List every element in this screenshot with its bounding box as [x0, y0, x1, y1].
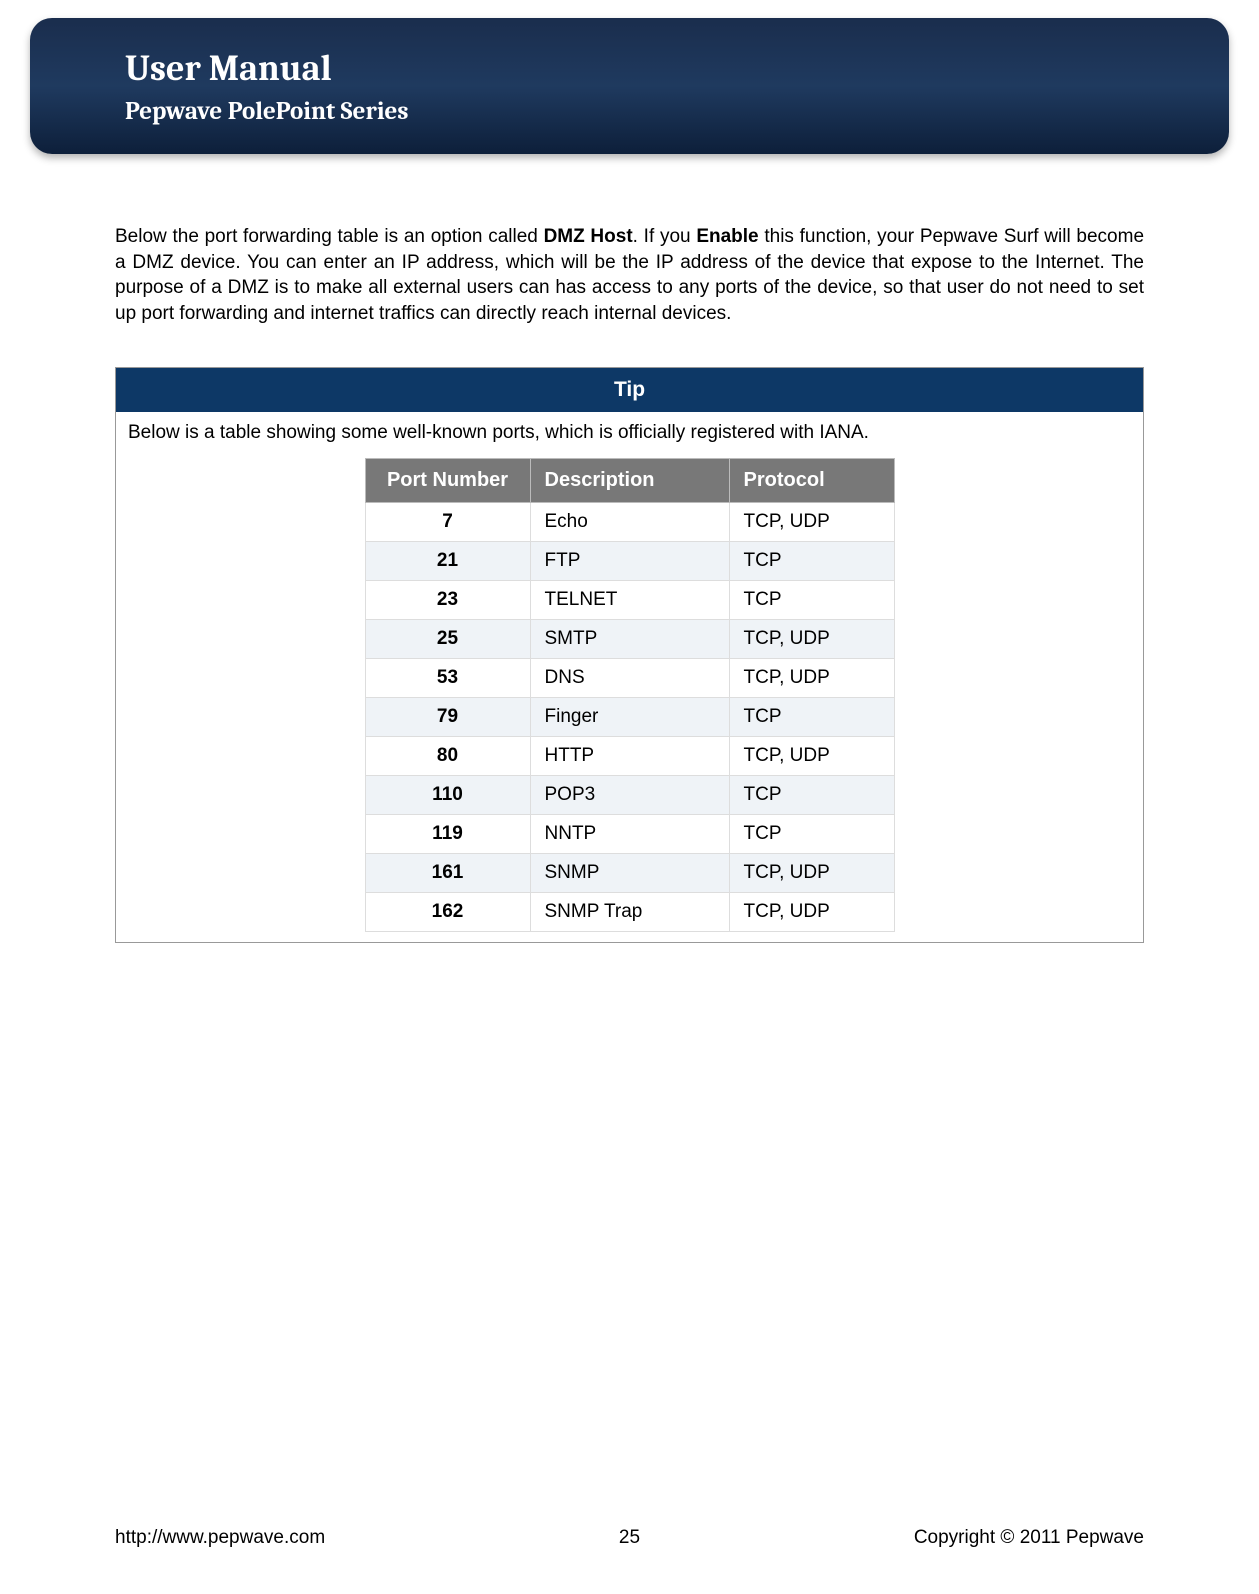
cell-port: 110	[365, 775, 530, 814]
table-row: 23 TELNET TCP	[365, 580, 894, 619]
cell-desc: HTTP	[530, 736, 729, 775]
cell-port: 23	[365, 580, 530, 619]
footer-copyright: Copyright © 2011 Pepwave	[914, 1527, 1144, 1549]
table-header-row: Port Number Description Protocol	[365, 458, 894, 502]
paragraph-text-2: . If you	[633, 226, 697, 247]
cell-desc: Echo	[530, 502, 729, 541]
header-subtitle: Pepwave PolePoint Series	[125, 97, 1184, 126]
cell-port: 161	[365, 853, 530, 892]
cell-desc: SNMP	[530, 853, 729, 892]
cell-protocol: TCP, UDP	[729, 892, 894, 931]
table-row: 119 NNTP TCP	[365, 814, 894, 853]
bold-enable: Enable	[696, 226, 758, 247]
table-row: 80 HTTP TCP, UDP	[365, 736, 894, 775]
th-port-number: Port Number	[365, 458, 530, 502]
cell-protocol: TCP	[729, 541, 894, 580]
cell-port: 7	[365, 502, 530, 541]
tip-box: Tip Below is a table showing some well-k…	[115, 367, 1144, 943]
cell-port: 79	[365, 697, 530, 736]
cell-port: 162	[365, 892, 530, 931]
table-row: 162 SNMP Trap TCP, UDP	[365, 892, 894, 931]
content: Below the port forwarding table is an op…	[0, 154, 1259, 943]
cell-port: 80	[365, 736, 530, 775]
table-body: 7 Echo TCP, UDP 21 FTP TCP 23 TELNET TCP…	[365, 502, 894, 931]
table-row: 161 SNMP TCP, UDP	[365, 853, 894, 892]
cell-protocol: TCP, UDP	[729, 853, 894, 892]
footer-page-number: 25	[619, 1527, 640, 1549]
cell-desc: NNTP	[530, 814, 729, 853]
cell-protocol: TCP	[729, 697, 894, 736]
cell-protocol: TCP, UDP	[729, 502, 894, 541]
footer: http://www.pepwave.com 25 Copyright © 20…	[0, 1527, 1259, 1549]
cell-port: 53	[365, 658, 530, 697]
cell-protocol: TCP	[729, 580, 894, 619]
ports-table: Port Number Description Protocol 7 Echo …	[365, 458, 895, 932]
cell-port: 119	[365, 814, 530, 853]
cell-protocol: TCP, UDP	[729, 658, 894, 697]
bold-dmz-host: DMZ Host	[544, 226, 633, 247]
table-row: 110 POP3 TCP	[365, 775, 894, 814]
cell-desc: TELNET	[530, 580, 729, 619]
cell-protocol: TCP	[729, 814, 894, 853]
table-row: 25 SMTP TCP, UDP	[365, 619, 894, 658]
th-description: Description	[530, 458, 729, 502]
cell-desc: DNS	[530, 658, 729, 697]
table-row: 7 Echo TCP, UDP	[365, 502, 894, 541]
cell-desc: SMTP	[530, 619, 729, 658]
header-banner: User Manual Pepwave PolePoint Series	[30, 18, 1229, 154]
table-row: 21 FTP TCP	[365, 541, 894, 580]
cell-desc: SNMP Trap	[530, 892, 729, 931]
cell-port: 25	[365, 619, 530, 658]
th-protocol: Protocol	[729, 458, 894, 502]
tip-description: Below is a table showing some well-known…	[116, 412, 1143, 458]
cell-protocol: TCP, UDP	[729, 736, 894, 775]
cell-protocol: TCP	[729, 775, 894, 814]
header-title: User Manual	[125, 48, 1184, 89]
cell-desc: FTP	[530, 541, 729, 580]
table-row: 53 DNS TCP, UDP	[365, 658, 894, 697]
paragraph-text-1: Below the port forwarding table is an op…	[115, 226, 544, 247]
footer-url: http://www.pepwave.com	[115, 1527, 325, 1549]
table-row: 79 Finger TCP	[365, 697, 894, 736]
cell-port: 21	[365, 541, 530, 580]
tip-header: Tip	[116, 368, 1143, 412]
cell-desc: Finger	[530, 697, 729, 736]
cell-desc: POP3	[530, 775, 729, 814]
body-paragraph: Below the port forwarding table is an op…	[115, 224, 1144, 327]
cell-protocol: TCP, UDP	[729, 619, 894, 658]
